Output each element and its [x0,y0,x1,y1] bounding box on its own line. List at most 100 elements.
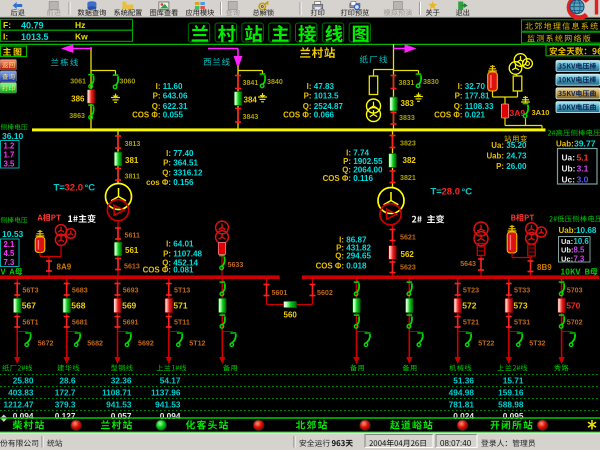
svg-text:3811: 3811 [125,173,140,181]
svg-text:560: 560 [284,311,298,320]
svg-text:P:: P: [455,92,463,101]
svg-text:3843: 3843 [243,113,259,121]
svg-text:I:: I: [166,149,171,158]
svg-text:5613: 5613 [124,263,140,271]
svg-text:08:07:40: 08:07:40 [440,439,472,448]
svg-text:3863: 3863 [69,112,85,120]
svg-text:1108.33: 1108.33 [465,102,494,111]
svg-text:159.16: 159.16 [498,388,524,398]
svg-text:Uc:: Uc: [561,254,573,263]
svg-text:2.1: 2.1 [4,240,16,249]
svg-text:3A10: 3A10 [532,108,550,117]
svg-text:382: 382 [403,156,417,165]
svg-text:5691: 5691 [123,319,139,327]
svg-text:F:: F: [3,20,11,30]
svg-text:5693: 5693 [123,287,139,295]
svg-text:3.0: 3.0 [577,175,589,185]
svg-text:39.77: 39.77 [574,139,596,149]
svg-text:5602: 5602 [317,289,333,297]
svg-text:781.81: 781.81 [449,400,475,410]
svg-text:3813: 3813 [125,140,141,148]
svg-text:5T31: 5T31 [514,319,530,327]
svg-text:5682: 5682 [87,340,103,348]
svg-text:77.40: 77.40 [173,149,194,158]
svg-text:1107.48: 1107.48 [173,250,202,259]
svg-text:568: 568 [71,301,85,311]
svg-text:494.98: 494.98 [449,388,475,398]
svg-text:3831: 3831 [399,79,415,87]
svg-text:P:: P: [496,162,504,171]
svg-text:Ua:: Ua: [561,237,573,246]
svg-text:571: 571 [173,301,187,311]
svg-text:383: 383 [401,99,415,108]
svg-text:386: 386 [71,95,85,104]
svg-text:64.01: 64.01 [173,240,194,249]
svg-text:I:: I: [156,82,161,91]
svg-text:5T23: 5T23 [463,287,479,295]
svg-text:0.021: 0.021 [465,111,486,120]
svg-text:Ua:: Ua: [491,141,504,150]
svg-text:P:: P: [304,92,312,101]
svg-text:I:: I: [3,32,8,42]
svg-text:Q:: Q: [162,168,171,177]
svg-text:3823: 3823 [400,140,416,148]
svg-text:0.156: 0.156 [173,178,194,187]
svg-text:403.83: 403.83 [8,388,34,398]
svg-text:51.36: 51.36 [453,375,474,385]
svg-text:24.73: 24.73 [506,152,527,161]
svg-text:Q:: Q: [152,102,161,111]
svg-text:Q:: Q: [303,102,312,111]
svg-text:0.057: 0.057 [111,411,132,421]
svg-text:0.095: 0.095 [503,411,524,421]
svg-text:379.3: 379.3 [55,400,76,410]
svg-text:COS Φ:: COS Φ: [434,111,462,120]
svg-text:COS Φ:: COS Φ: [283,111,311,120]
svg-text:Q:: Q: [454,102,463,111]
svg-text:36.10: 36.10 [2,131,24,141]
svg-text:381: 381 [125,156,139,165]
svg-text:5T22: 5T22 [478,340,494,348]
svg-text:570: 570 [566,301,580,311]
svg-text:5672: 5672 [38,340,54,348]
svg-text:28.6: 28.6 [59,375,76,385]
svg-text:562: 562 [401,250,415,259]
svg-text:573: 573 [513,301,527,311]
svg-text:Kw: Kw [75,32,88,42]
svg-text:56T3: 56T3 [22,287,38,295]
svg-text:I:: I: [307,82,312,91]
svg-text:5681: 5681 [72,319,88,327]
svg-text:Ub:: Ub: [561,246,574,255]
svg-text:COS Φ:: COS Φ: [143,266,171,275]
svg-text:I:: I: [166,240,171,249]
svg-text:5683: 5683 [72,287,88,295]
svg-text:P:: P: [163,159,171,168]
svg-text:384: 384 [244,96,258,105]
svg-text:2524.87: 2524.87 [314,102,344,111]
svg-text:561: 561 [125,246,139,255]
svg-text:1212.47: 1212.47 [4,400,34,410]
svg-text:0.055: 0.055 [163,111,184,120]
svg-text:643.06: 643.06 [163,92,188,101]
svg-text:0.081: 0.081 [173,266,194,275]
svg-text:3316.12: 3316.12 [173,168,203,177]
svg-text:5T33: 5T33 [514,287,530,295]
svg-text:8B9: 8B9 [537,263,552,272]
svg-text:32.70: 32.70 [465,82,486,91]
svg-text:5T21: 5T21 [463,319,479,327]
svg-text:364.51: 364.51 [173,159,198,168]
svg-text:941.53: 941.53 [106,400,132,410]
svg-text:8.5: 8.5 [574,246,586,255]
svg-text:32.0: 32.0 [65,183,84,194]
svg-text:10.68: 10.68 [576,226,597,235]
svg-text:35.20: 35.20 [506,141,527,150]
svg-text:1013.5: 1013.5 [314,92,339,101]
svg-text:56T1: 56T1 [22,319,38,327]
svg-text:32.36: 32.36 [111,375,132,385]
svg-text:cos Φ:: cos Φ: [146,178,171,187]
svg-text:°C: °C [462,187,473,198]
svg-text:15.71: 15.71 [503,375,524,385]
svg-text:40.79: 40.79 [21,20,44,30]
svg-text:3833: 3833 [399,114,415,122]
svg-text:7.3: 7.3 [4,258,16,267]
svg-text:Uab:: Uab: [486,152,504,161]
